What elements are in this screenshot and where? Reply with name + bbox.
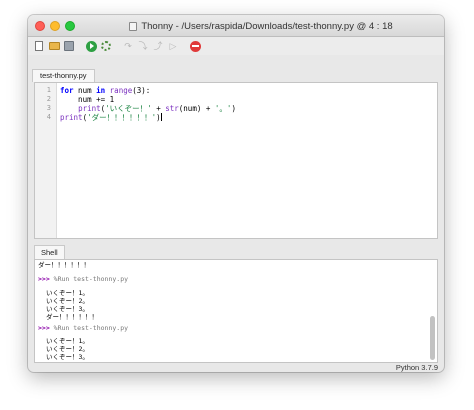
window-title: Thonny - /Users/raspida/Downloads/test-t…: [141, 20, 393, 32]
run-button[interactable]: [85, 40, 97, 52]
code-line-3: print('いくぞー！' + str(num) + '。'): [78, 104, 236, 113]
line-number: 1: [46, 86, 51, 94]
shell-output-line: ダー！！！！！！: [38, 261, 90, 269]
resume-button[interactable]: ▷: [167, 40, 179, 52]
step-out-icon: ⤴: [153, 41, 163, 51]
debug-icon: [101, 41, 111, 51]
step-into-icon: ⤵: [138, 41, 148, 51]
save-file-icon: [64, 41, 74, 51]
code-line-2: num += 1: [60, 95, 115, 104]
window-title-area: Thonny - /Users/raspida/Downloads/test-t…: [88, 15, 434, 37]
debug-button[interactable]: [100, 40, 112, 52]
tab-test-thonny-py[interactable]: test-thonny.py: [32, 69, 95, 82]
step-into-button[interactable]: ⤵: [137, 40, 149, 52]
shell-output-line: いくぞー！1。: [46, 289, 89, 297]
title-bar: Thonny - /Users/raspida/Downloads/test-t…: [28, 15, 444, 37]
shell-scrollbar-thumb[interactable]: [430, 316, 435, 360]
code-line-1: for num in range(3):: [60, 86, 151, 95]
shell-output-line: いくぞー！2。: [46, 345, 89, 353]
shell-prompt: >>>: [38, 324, 50, 332]
shell-output-line: いくぞー！2。: [46, 297, 89, 305]
run-icon: [85, 40, 97, 52]
line-number: 3: [46, 104, 51, 112]
text-cursor: [160, 113, 162, 121]
code-editor[interactable]: 1 2 3 4 for num in range(3): num += 1 pr…: [34, 82, 438, 239]
shell-console[interactable]: ダー！！！！！！ >>> %Run test-thonny.py いくぞー！1。…: [34, 259, 438, 363]
shell-output-line: いくぞー！3。: [46, 305, 89, 313]
line-number-gutter: 1 2 3 4: [35, 83, 57, 238]
save-file-button[interactable]: [63, 40, 75, 52]
interpreter-status[interactable]: Python 3.7.9: [396, 363, 438, 372]
stop-icon: [189, 40, 201, 52]
toolbar: ↷ ⤵ ⤴ ▷: [28, 37, 444, 55]
shell-output-line: いくぞー！1。: [46, 337, 89, 345]
shell-command-line: >>> %Run test-thonny.py: [38, 275, 128, 283]
shell-run-command: %Run test-thonny.py: [53, 275, 129, 283]
new-file-button[interactable]: [33, 40, 45, 52]
shell-run-command: %Run test-thonny.py: [53, 324, 129, 332]
tab-shell[interactable]: Shell: [34, 245, 65, 259]
code-line-4: print('ダー！！！！！！'): [60, 113, 162, 122]
line-number: 4: [46, 113, 51, 121]
open-file-icon: [48, 42, 60, 50]
line-number: 2: [46, 95, 51, 103]
resume-icon: ▷: [169, 41, 177, 51]
minimize-window-button[interactable]: [50, 21, 60, 31]
document-proxy-icon[interactable]: [129, 21, 138, 31]
maximize-window-button[interactable]: [65, 21, 75, 31]
shell-output-line: いくぞー！3。: [46, 353, 89, 361]
open-file-button[interactable]: [48, 40, 60, 52]
shell-prompt: >>>: [38, 275, 50, 283]
close-window-button[interactable]: [35, 21, 45, 31]
step-over-icon: ↷: [124, 41, 132, 51]
step-over-button[interactable]: ↷: [122, 40, 134, 52]
shell-output-line: ダー！！！！！！: [46, 313, 98, 321]
shell-command-line: >>> %Run test-thonny.py: [38, 324, 128, 332]
new-file-icon: [35, 41, 43, 51]
thonny-window: Thonny - /Users/raspida/Downloads/test-t…: [28, 15, 444, 372]
shell-tab-row: Shell: [28, 239, 444, 259]
editor-tab-row: test-thonny.py: [28, 55, 444, 82]
step-out-button[interactable]: ⤴: [152, 40, 164, 52]
stop-button[interactable]: [189, 40, 201, 52]
status-bar: [28, 363, 444, 372]
